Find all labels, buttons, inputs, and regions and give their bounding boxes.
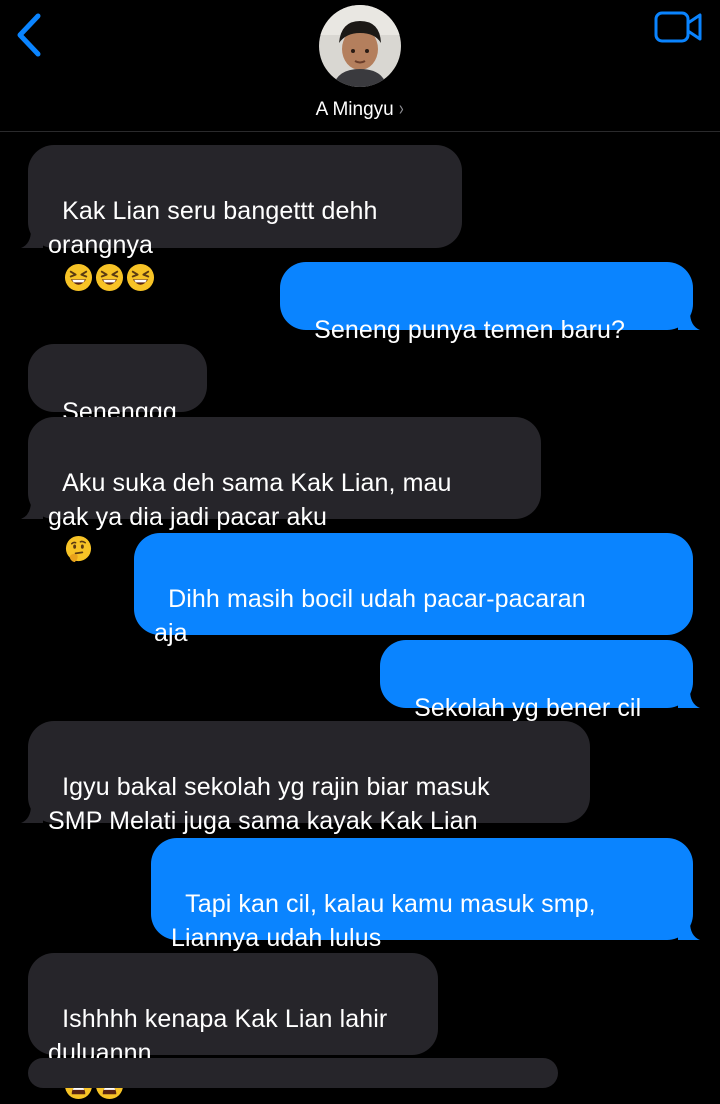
grinning-squinting-face-icon [65, 263, 93, 292]
bubble-tail [21, 230, 43, 248]
chevron-right-icon: › [398, 98, 404, 120]
bubble-tail [678, 690, 700, 708]
message-bubble-sent[interactable]: Sekolah yg bener cil [380, 640, 700, 722]
message-text: Seneng punya temen baru? [314, 316, 626, 344]
message-bubble-received[interactable]: Igyu bakal sekolah yg rajin biar masuk S… [21, 721, 590, 835]
message-bubble-received[interactable]: Aku suka deh sama Kak Lian, mau gak ya d… [21, 417, 541, 563]
avatar[interactable] [319, 5, 401, 87]
message-text: Sekolah yg bener cil [414, 694, 642, 722]
bubble-tail [678, 922, 700, 940]
grinning-squinting-face-icon [127, 263, 155, 292]
bubble-tail [21, 805, 43, 823]
message-text: Dihh masih bocil udah pacar-pacaran aja [154, 585, 586, 647]
bubble-tail [21, 501, 43, 519]
message-text: Kak Lian seru bangettt dehh orangnya [48, 197, 378, 259]
back-button[interactable] [8, 8, 52, 60]
message-bubble-received[interactable]: Senenggg [28, 344, 207, 426]
video-call-button[interactable] [650, 8, 706, 48]
message-text: Aku suka deh sama Kak Lian, mau gak ya d… [48, 469, 452, 531]
video-camera-icon [654, 11, 702, 43]
chevron-left-icon [17, 13, 41, 57]
message-bubble-received[interactable]: Kak Lian seru bangettt dehh orangnya [21, 145, 462, 292]
message-bubble-received-partial[interactable] [28, 1058, 558, 1088]
bubble-tail [678, 312, 700, 330]
message-text: Tapi kan cil, kalau kamu masuk smp, Lian… [171, 890, 596, 952]
contact-name: A Mingyu [315, 99, 394, 120]
contact-name-link[interactable]: A Mingyu › [0, 96, 720, 123]
message-bubble-sent[interactable]: Seneng punya temen baru? [280, 262, 700, 344]
grinning-squinting-face-icon [96, 263, 124, 292]
thinking-face-icon [66, 535, 92, 563]
chat-header: A Mingyu › [0, 0, 720, 132]
message-bubble-received[interactable]: Ishhhh kenapa Kak Lian lahir duluannn [28, 953, 438, 1100]
message-text: Igyu bakal sekolah yg rajin biar masuk S… [48, 773, 490, 835]
message-bubble-sent[interactable]: Dihh masih bocil udah pacar-pacaran aja [134, 533, 693, 647]
message-bubble-sent[interactable]: Tapi kan cil, kalau kamu masuk smp, Lian… [151, 838, 700, 952]
avatar-photo [319, 5, 401, 87]
